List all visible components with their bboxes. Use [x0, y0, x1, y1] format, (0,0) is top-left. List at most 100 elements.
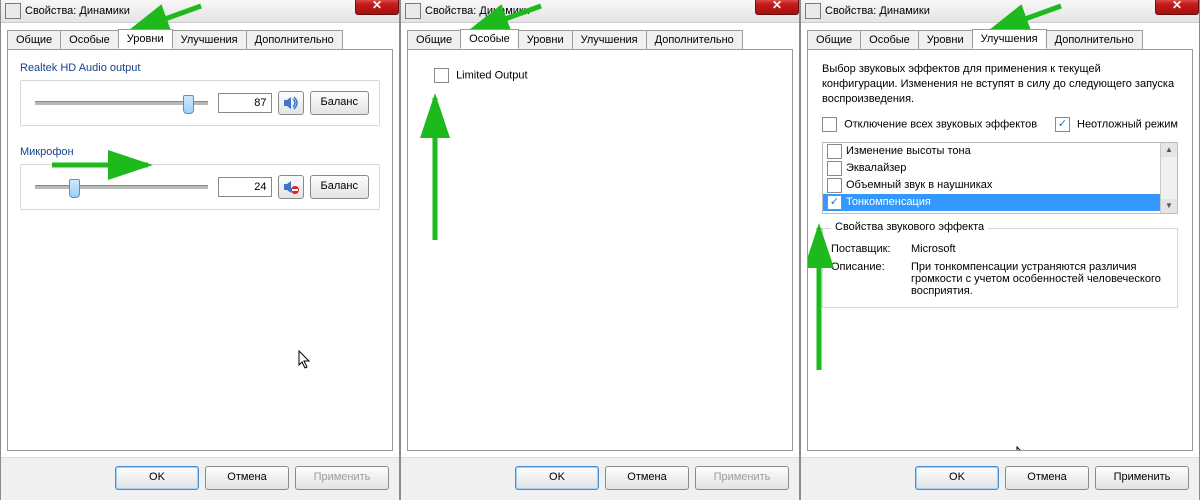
mic-section: 24 Баланс — [20, 164, 380, 210]
effect-label: Эквалайзер — [846, 162, 906, 174]
effect-label: Тонкомпенсация — [846, 196, 931, 208]
window-title: Свойства: Динамики — [25, 5, 130, 17]
mic-label: Микрофон — [20, 146, 380, 158]
scroll-down-icon[interactable]: ▼ — [1161, 199, 1177, 213]
immediate-mode-row: Неотложный режим — [1055, 117, 1178, 132]
desc-value: При тонкомпенсации устраняются различия … — [911, 261, 1169, 297]
cursor-icon — [298, 350, 314, 375]
close-icon: ✕ — [372, 0, 382, 12]
tab-enhancements[interactable]: Улучшения — [972, 29, 1047, 49]
dialog-footer: OK Отмена Применить — [801, 457, 1199, 500]
close-icon: ✕ — [772, 0, 782, 12]
tab-panel-levels: Realtek HD Audio output 87 Баланс Ми — [7, 49, 393, 451]
scrollbar[interactable]: ▲ ▼ — [1160, 143, 1177, 213]
output-mute-button[interactable] — [278, 91, 304, 115]
disable-all-row: Отключение всех звуковых эффектов — [822, 117, 1037, 132]
speaker-muted-icon — [283, 180, 299, 194]
provider-value: Microsoft — [911, 243, 1169, 255]
tab-custom[interactable]: Особые — [460, 29, 519, 49]
mic-value[interactable]: 24 — [218, 177, 272, 197]
window-title: Свойства: Динамики — [425, 5, 530, 17]
cursor-icon — [1016, 446, 1032, 451]
tabbar: Общие Особые Уровни Улучшения Дополнител… — [1, 23, 399, 49]
dialog-footer: OK Отмена Применить — [401, 457, 799, 500]
window-levels: Свойства: Динамики ✕ Общие Особые Уровни… — [0, 0, 400, 500]
speaker-sysicon — [405, 3, 421, 19]
titlebar[interactable]: Свойства: Динамики ✕ — [801, 0, 1199, 23]
tabbar: Общие Особые Уровни Улучшения Дополнител… — [401, 23, 799, 49]
immediate-mode-checkbox[interactable] — [1055, 117, 1070, 132]
cancel-button[interactable]: Отмена — [205, 466, 289, 490]
speaker-sysicon — [805, 3, 821, 19]
enhancements-intro: Выбор звуковых эффектов для применения к… — [822, 62, 1178, 107]
effect-checkbox[interactable] — [827, 144, 842, 159]
window-custom: Свойства: Динамики ✕ Общие Особые Уровни… — [400, 0, 800, 500]
tab-enhancements[interactable]: Улучшения — [572, 30, 647, 50]
tab-panel-enhancements: Выбор звуковых эффектов для применения к… — [807, 49, 1193, 451]
tab-advanced[interactable]: Дополнительно — [246, 30, 343, 50]
limited-output-checkbox[interactable] — [434, 68, 449, 83]
effect-item-equalizer[interactable]: Эквалайзер — [823, 160, 1177, 177]
ok-button[interactable]: OK — [115, 466, 199, 490]
effect-item-loudness[interactable]: Тонкомпенсация — [823, 194, 1177, 211]
apply-button[interactable]: Применить — [695, 466, 789, 490]
output-section: 87 Баланс — [20, 80, 380, 126]
tab-custom[interactable]: Особые — [60, 30, 119, 50]
tab-general[interactable]: Общие — [407, 30, 461, 50]
effect-item-headphone-virt[interactable]: Объемный звук в наушниках — [823, 177, 1177, 194]
window-enhancements: Свойства: Динамики ✕ Общие Особые Уровни… — [800, 0, 1200, 500]
mic-balance-button[interactable]: Баланс — [310, 175, 369, 199]
output-balance-button[interactable]: Баланс — [310, 91, 369, 115]
provider-label: Поставщик: — [831, 243, 911, 255]
close-button[interactable]: ✕ — [755, 0, 799, 15]
speaker-sysicon — [5, 3, 21, 19]
tab-enhancements[interactable]: Улучшения — [172, 30, 247, 50]
scroll-up-icon[interactable]: ▲ — [1161, 143, 1177, 157]
effect-checkbox[interactable] — [827, 178, 842, 193]
annotation-arrow — [420, 90, 450, 250]
immediate-mode-label: Неотложный режим — [1077, 118, 1178, 130]
effect-label: Изменение высоты тона — [846, 145, 971, 157]
tab-advanced[interactable]: Дополнительно — [646, 30, 743, 50]
tab-general[interactable]: Общие — [7, 30, 61, 50]
cancel-button[interactable]: Отмена — [605, 466, 689, 490]
ok-button[interactable]: OK — [915, 466, 999, 490]
effect-item-pitch[interactable]: Изменение высоты тона — [823, 143, 1177, 160]
cancel-button[interactable]: Отмена — [1005, 466, 1089, 490]
output-value[interactable]: 87 — [218, 93, 272, 113]
effect-checkbox[interactable] — [827, 195, 842, 210]
tab-panel-custom: Limited Output — [407, 49, 793, 451]
mic-mute-button[interactable] — [278, 175, 304, 199]
tab-levels[interactable]: Уровни — [518, 30, 573, 50]
titlebar[interactable]: Свойства: Динамики ✕ — [401, 0, 799, 23]
desc-label: Описание: — [831, 261, 911, 297]
effect-props-group: Свойства звукового эффекта Поставщик: Mi… — [822, 228, 1178, 308]
tab-general[interactable]: Общие — [807, 30, 861, 50]
limited-output-row: Limited Output — [420, 62, 780, 89]
dialog-footer: OK Отмена Применить — [1, 457, 399, 500]
apply-button[interactable]: Применить — [1095, 466, 1189, 490]
speaker-icon — [283, 96, 299, 110]
disable-all-label: Отключение всех звуковых эффектов — [844, 118, 1037, 130]
limited-output-label: Limited Output — [456, 69, 528, 81]
close-button[interactable]: ✕ — [1155, 0, 1199, 15]
close-icon: ✕ — [1172, 0, 1182, 12]
effect-props-legend: Свойства звукового эффекта — [831, 221, 988, 233]
disable-all-checkbox[interactable] — [822, 117, 837, 132]
output-slider[interactable] — [31, 93, 212, 113]
close-button[interactable]: ✕ — [355, 0, 399, 15]
output-label: Realtek HD Audio output — [20, 62, 380, 74]
effect-label: Объемный звук в наушниках — [846, 179, 992, 191]
window-title: Свойства: Динамики — [825, 5, 930, 17]
tab-levels[interactable]: Уровни — [918, 30, 973, 50]
ok-button[interactable]: OK — [515, 466, 599, 490]
tab-levels[interactable]: Уровни — [118, 29, 173, 49]
tab-advanced[interactable]: Дополнительно — [1046, 30, 1143, 50]
mic-slider[interactable] — [31, 177, 212, 197]
effect-checkbox[interactable] — [827, 161, 842, 176]
titlebar[interactable]: Свойства: Динамики ✕ — [1, 0, 399, 23]
effects-list[interactable]: Изменение высоты тона Эквалайзер Объемны… — [822, 142, 1178, 214]
tab-custom[interactable]: Особые — [860, 30, 919, 50]
apply-button[interactable]: Применить — [295, 466, 389, 490]
tabbar: Общие Особые Уровни Улучшения Дополнител… — [801, 23, 1199, 49]
